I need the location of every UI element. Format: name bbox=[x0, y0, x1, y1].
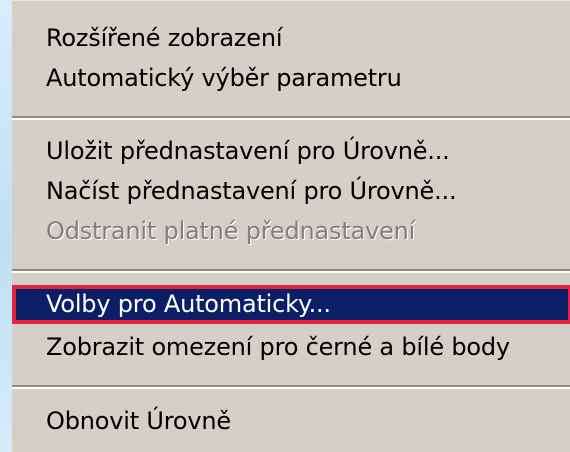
menu-item-show-black-white-clipping[interactable]: Zobrazit omezení pro černé a bílé body bbox=[12, 328, 570, 367]
menu-item-reset-levels[interactable]: Obnovit Úrovně bbox=[12, 402, 570, 441]
menu-item-extended-view[interactable]: Rozšířené zobrazení bbox=[12, 19, 570, 58]
menu-item-save-levels-preset[interactable]: Uložit přednastavení pro Úrovně... bbox=[12, 132, 570, 171]
context-menu: Rozšířené zobrazení Automatický výběr pa… bbox=[12, 0, 570, 452]
menu-item-label: Zobrazit omezení pro černé a bílé body bbox=[46, 333, 510, 361]
menu-item-auto-options[interactable]: Volby pro Automaticky... bbox=[12, 285, 570, 324]
menu-item-label: Rozšířené zobrazení bbox=[46, 24, 283, 52]
menu-separator bbox=[12, 385, 570, 389]
menu-item-load-levels-preset[interactable]: Načíst přednastavení pro Úrovně... bbox=[12, 172, 570, 211]
menu-item-delete-current-preset[interactable]: Odstranit platné přednastavení bbox=[12, 212, 570, 251]
menu-separator bbox=[12, 116, 570, 120]
menu-item-label: Volby pro Automaticky... bbox=[46, 290, 331, 318]
menu-item-label: Načíst přednastavení pro Úrovně... bbox=[46, 177, 457, 205]
desktop-background bbox=[0, 0, 12, 452]
menu-separator bbox=[12, 269, 570, 273]
menu-item-label: Obnovit Úrovně bbox=[46, 407, 231, 435]
menu-item-label: Uložit přednastavení pro Úrovně... bbox=[46, 137, 450, 165]
menu-item-label: Automatický výběr parametru bbox=[46, 64, 402, 92]
menu-item-label: Odstranit platné přednastavení bbox=[46, 217, 416, 245]
menu-item-auto-parameter-selection[interactable]: Automatický výběr parametru bbox=[12, 59, 570, 98]
